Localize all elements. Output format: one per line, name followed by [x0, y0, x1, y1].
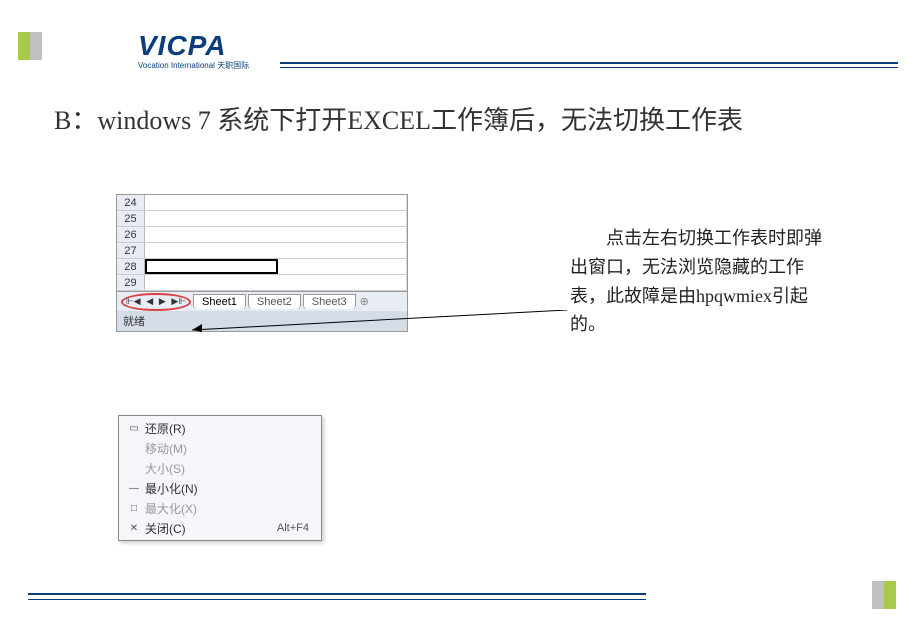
nav-prev-icon[interactable]: ◀: [146, 296, 153, 307]
menu-label: 移动(M): [145, 440, 313, 457]
excel-row: 24: [117, 195, 407, 211]
excel-row: 28: [117, 259, 407, 275]
row-header: 28: [117, 259, 145, 274]
top-divider-thin: [280, 67, 898, 68]
logo-subtext: Vocation International 天职国际: [138, 60, 249, 71]
maximize-icon: □: [123, 503, 145, 514]
menu-item-size[interactable]: 大小(S): [119, 458, 321, 478]
close-icon: ✕: [123, 523, 145, 534]
selected-cell: [145, 259, 278, 274]
context-menu: ▭ 还原(R) 移动(M) 大小(S) — 最小化(N) □ 最大化(X) ✕ …: [118, 415, 322, 541]
minimize-icon: —: [123, 483, 145, 494]
tab-nav-circle: ⊩◀ ◀ ▶ ▶⊩: [121, 293, 191, 311]
menu-label: 最大化(X): [145, 500, 313, 517]
excel-row: 26: [117, 227, 407, 243]
sheet-tab[interactable]: Sheet3: [303, 294, 356, 309]
add-sheet-icon[interactable]: ⊕: [360, 295, 369, 308]
logo: VICPA Vocation International 天职国际: [138, 30, 249, 71]
row-header: 27: [117, 243, 145, 258]
deco-block: [18, 32, 30, 60]
menu-item-close[interactable]: ✕ 关闭(C) Alt+F4: [119, 518, 321, 538]
deco-block: [884, 581, 896, 609]
excel-row: 29: [117, 275, 407, 291]
bottom-divider-thin: [28, 599, 646, 600]
menu-label: 还原(R): [145, 420, 313, 437]
description-text: 点击左右切换工作表时即弹出窗口，无法浏览隐藏的工作表，此故障是由hpqwmiex…: [570, 224, 838, 339]
bottom-divider: [28, 593, 646, 595]
row-header: 26: [117, 227, 145, 242]
status-bar: 就绪: [117, 311, 407, 331]
logo-text: VICPA: [138, 30, 249, 62]
excel-screenshot: 24 25 26 27 28 29 ⊩◀ ◀ ▶ ▶⊩ Sheet1 Sheet…: [116, 194, 408, 332]
sheet-tab-bar: ⊩◀ ◀ ▶ ▶⊩ Sheet1 Sheet2 Sheet3 ⊕: [117, 291, 407, 311]
nav-last-icon[interactable]: ▶⊩: [171, 296, 186, 307]
deco-block: [30, 32, 42, 60]
sheet-tab[interactable]: Sheet1: [193, 294, 246, 309]
top-decoration: [18, 32, 42, 60]
deco-block: [872, 581, 884, 609]
menu-label: 大小(S): [145, 460, 313, 477]
menu-label: 最小化(N): [145, 480, 313, 497]
row-header: 24: [117, 195, 145, 210]
top-divider: [280, 62, 898, 64]
restore-icon: ▭: [123, 423, 145, 434]
slide-title: B：windows 7 系统下打开EXCEL工作簿后，无法切换工作表: [54, 100, 743, 137]
bottom-decoration: [872, 581, 896, 609]
sheet-tab[interactable]: Sheet2: [248, 294, 301, 309]
menu-item-maximize[interactable]: □ 最大化(X): [119, 498, 321, 518]
menu-item-restore[interactable]: ▭ 还原(R): [119, 418, 321, 438]
menu-item-minimize[interactable]: — 最小化(N): [119, 478, 321, 498]
nav-next-icon[interactable]: ▶: [159, 296, 166, 307]
menu-label: 关闭(C): [145, 520, 277, 537]
nav-first-icon[interactable]: ⊩◀: [126, 296, 141, 307]
row-header: 29: [117, 275, 145, 290]
menu-shortcut: Alt+F4: [277, 522, 313, 534]
menu-item-move[interactable]: 移动(M): [119, 438, 321, 458]
excel-row: 27: [117, 243, 407, 259]
row-header: 25: [117, 211, 145, 226]
excel-row: 25: [117, 211, 407, 227]
